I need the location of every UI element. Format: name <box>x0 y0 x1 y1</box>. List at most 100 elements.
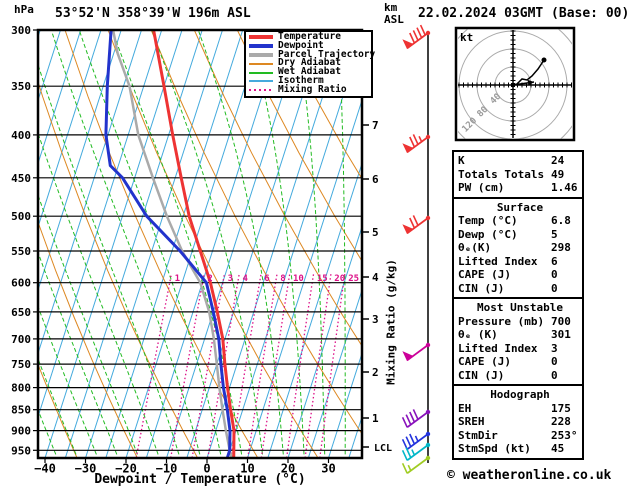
table-header: Hodograph <box>490 388 550 401</box>
wind-barb <box>402 134 431 154</box>
svg-text:6: 6 <box>264 274 269 284</box>
table-row: Pressure (mb) 700 <box>458 315 582 329</box>
row-value: 5 <box>551 227 558 241</box>
table-row: PW (cm) 1.46 <box>458 181 582 195</box>
row-value: 700 <box>551 314 571 328</box>
index-table: Hodograph EH 175 SREH 228 StmDir 253° StmSpd (k… <box>452 384 584 460</box>
svg-text:600: 600 <box>11 277 31 290</box>
row-value: 6 <box>551 254 558 268</box>
svg-text:25: 25 <box>348 274 359 284</box>
table-row: StmSpd (kt) 45 <box>458 442 582 456</box>
svg-text:15: 15 <box>317 274 328 284</box>
svg-text:2: 2 <box>207 274 212 284</box>
table-row: EH 175 <box>458 402 582 416</box>
svg-text:6: 6 <box>372 173 379 186</box>
row-label: SREH <box>458 415 485 428</box>
dewpoint-curve <box>104 30 232 458</box>
pressure-tick-labels: 300 350 400 450 500 550 600 650 700 750 800 850 900 9… <box>11 24 31 457</box>
indices-tables: K 24 Totals Totals 49 PW (cm) 1.46 Surface Temp… <box>452 150 584 460</box>
row-label: EH <box>458 401 472 415</box>
table-row: Lifted Index 6 <box>458 255 582 269</box>
table-header: Surface <box>496 200 544 214</box>
svg-text:450: 450 <box>11 172 31 185</box>
wind-barb <box>402 342 431 362</box>
row-label: CIN (J) <box>458 281 505 295</box>
svg-text:7: 7 <box>372 119 379 132</box>
row-value: 228 <box>551 415 571 428</box>
row-value: 49 <box>551 167 565 181</box>
table-row: K 24 <box>458 154 582 168</box>
row-label: StmDir <box>458 428 498 442</box>
legend-swatch <box>249 80 273 83</box>
svg-text:5: 5 <box>372 226 379 239</box>
row-value: 301 <box>551 328 571 341</box>
svg-text:750: 750 <box>11 358 31 371</box>
wind-barb <box>402 215 431 235</box>
skewt-page: hPa 53°52'N 358°39'W 196m ASL km ASL 22.… <box>0 0 629 486</box>
legend-swatch <box>249 52 273 57</box>
row-label: Pressure (mb) <box>458 314 545 328</box>
x-axis-title: Dewpoint / Temperature (°C) <box>94 472 306 486</box>
row-label: Lifted Index <box>458 341 538 355</box>
table-row: Lifted Index 3 <box>458 342 582 356</box>
wind-barb <box>402 24 431 50</box>
table-row: θₑ(K) 298 <box>458 241 582 255</box>
svg-text:4: 4 <box>243 274 249 284</box>
row-label: θₑ (K) <box>458 328 498 341</box>
table-row: CAPE (J) 0 <box>458 268 582 282</box>
svg-text:3: 3 <box>228 274 233 284</box>
svg-text:8: 8 <box>280 274 285 284</box>
row-label: θₑ(K) <box>458 241 492 254</box>
hodograph-unit-label: kt <box>460 31 474 44</box>
svg-text:400: 400 <box>11 129 31 142</box>
row-label: Totals Totals <box>458 167 545 181</box>
row-value: 24 <box>551 154 565 167</box>
row-value: 298 <box>551 241 571 254</box>
row-label: CAPE (J) <box>458 355 511 368</box>
row-label: CIN (J) <box>458 368 505 382</box>
legend-swatch <box>249 44 273 49</box>
table-row: θₑ (K) 301 <box>458 328 582 342</box>
table-row: Dewp (°C) 5 <box>458 228 582 242</box>
row-value: 45 <box>551 442 565 455</box>
svg-text:300: 300 <box>11 24 31 37</box>
row-label: StmSpd (kt) <box>458 442 531 455</box>
row-value: 253° <box>551 428 578 442</box>
legend-item: Mixing Ratio <box>249 85 368 95</box>
svg-text:950: 950 <box>11 444 31 457</box>
table-row: Totals Totals 49 <box>458 168 582 182</box>
svg-text:350: 350 <box>11 80 31 93</box>
svg-text:4: 4 <box>372 271 379 284</box>
svg-text:850: 850 <box>11 404 31 417</box>
row-value: 6.8 <box>551 214 571 227</box>
row-value: 1.46 <box>551 181 578 194</box>
svg-text:500: 500 <box>11 210 31 223</box>
wind-barbs <box>401 24 431 475</box>
table-row: CAPE (J) 0 <box>458 355 582 369</box>
legend-swatch <box>249 62 273 65</box>
legend-swatch <box>249 89 273 92</box>
row-label: K <box>458 154 465 167</box>
svg-text:20: 20 <box>334 274 345 284</box>
row-value: 0 <box>551 268 558 281</box>
index-table: Surface Temp (°C) 6.8 Dewp (°C) 5 θₑ(K) 298 Lif… <box>452 196 584 299</box>
table-row: CIN (J) 0 <box>458 282 582 296</box>
row-label: Dewp (°C) <box>458 227 518 241</box>
svg-text:900: 900 <box>11 425 31 438</box>
svg-text:10: 10 <box>293 274 304 284</box>
index-table: K 24 Totals Totals 49 PW (cm) 1.46 <box>452 150 584 199</box>
svg-text:650: 650 <box>11 306 31 319</box>
table-row: SREH 228 <box>458 415 582 429</box>
svg-text:550: 550 <box>11 245 31 258</box>
svg-text:1: 1 <box>372 412 379 425</box>
row-label: Lifted Index <box>458 254 538 268</box>
table-header: Most Unstable <box>476 301 564 314</box>
lcl-label: LCL <box>374 443 392 454</box>
svg-text:2: 2 <box>372 366 379 379</box>
row-value: 0 <box>551 281 558 295</box>
row-value: 3 <box>551 341 558 355</box>
row-label: PW (cm) <box>458 181 505 194</box>
svg-text:700: 700 <box>11 333 31 346</box>
table-row: Temp (°C) 6.8 <box>458 214 582 228</box>
table-row: StmDir 253° <box>458 429 582 443</box>
